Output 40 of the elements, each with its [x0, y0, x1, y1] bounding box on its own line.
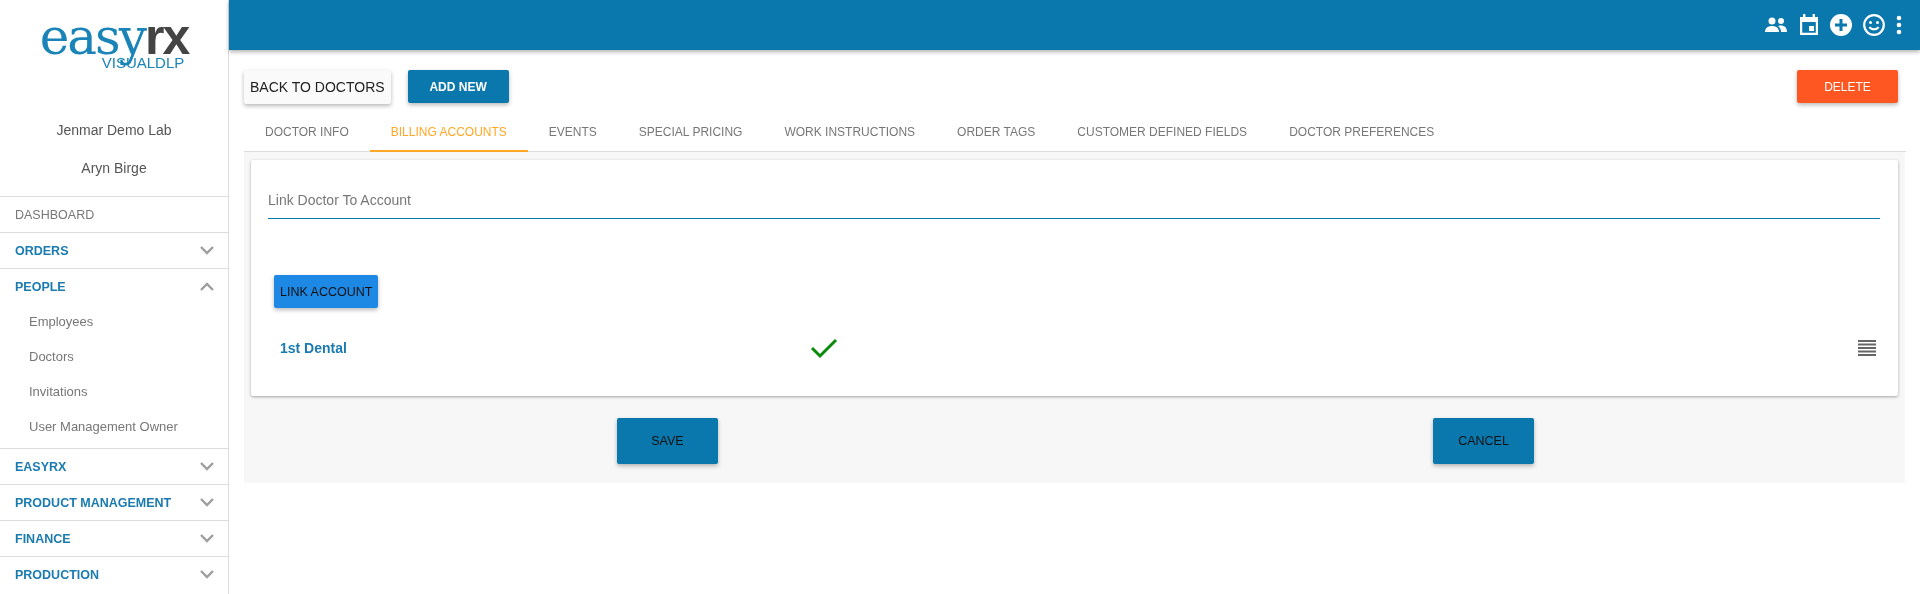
chevron-down-icon[interactable]: [200, 246, 214, 255]
nav-item[interactable]: PRODUCTION: [15, 567, 100, 582]
nav-item[interactable]: ORDERS: [15, 243, 69, 258]
user-name: Aryn Birge: [81, 160, 147, 176]
back-button[interactable]: BACK TO DOCTORS: [244, 69, 391, 104]
calendar-icon[interactable]: [1799, 14, 1819, 36]
footer-button[interactable]: CANCEL: [1433, 418, 1534, 464]
delete-button[interactable]: DELETE: [1797, 70, 1898, 103]
chevron-up-icon[interactable]: [200, 282, 214, 291]
chevron-down-icon[interactable]: [200, 534, 214, 543]
tab[interactable]: DOCTOR INFO: [244, 113, 370, 152]
nav-item[interactable]: PRODUCT MANAGEMENT: [15, 495, 172, 510]
tab[interactable]: SPECIAL PRICING: [617, 113, 764, 152]
nav-subitem[interactable]: User Management Owner: [29, 419, 178, 434]
nav-item[interactable]: FINANCE: [15, 531, 71, 546]
tab[interactable]: WORK INSTRUCTIONS: [763, 113, 937, 152]
account-name[interactable]: 1st Dental: [280, 340, 810, 356]
chevron-down-icon[interactable]: [200, 498, 214, 507]
chevron-down-icon[interactable]: [200, 570, 214, 579]
list-icon[interactable]: [1858, 340, 1876, 356]
lab-name: Jenmar Demo Lab: [56, 122, 172, 138]
tab[interactable]: CUSTOMER DEFINED FIELDS: [1056, 113, 1269, 152]
add-icon[interactable]: [1830, 14, 1852, 36]
tab[interactable]: DOCTOR PREFERENCES: [1268, 113, 1456, 152]
link-account-field[interactable]: Link Doctor To Account: [268, 184, 1880, 219]
link-account-button[interactable]: LINK ACCOUNT: [274, 275, 379, 308]
tab[interactable]: ORDER TAGS: [936, 113, 1057, 152]
chevron-down-icon[interactable]: [200, 462, 214, 471]
nav-item[interactable]: EASYRX: [15, 459, 67, 474]
nav-item[interactable]: DASHBOARD: [15, 207, 95, 222]
nav-subitem[interactable]: Invitations: [29, 384, 88, 399]
nav-subitem[interactable]: Doctors: [29, 349, 74, 364]
footer-button[interactable]: SAVE: [617, 418, 718, 464]
people-icon[interactable]: [1764, 15, 1788, 35]
smiley-icon[interactable]: [1863, 14, 1885, 36]
tab[interactable]: EVENTS: [527, 113, 618, 152]
nav-subitem[interactable]: Employees: [29, 314, 94, 329]
more-icon[interactable]: [1896, 15, 1902, 35]
add-new-button[interactable]: ADD NEW: [407, 70, 509, 103]
nav-item[interactable]: PEOPLE: [15, 279, 66, 294]
